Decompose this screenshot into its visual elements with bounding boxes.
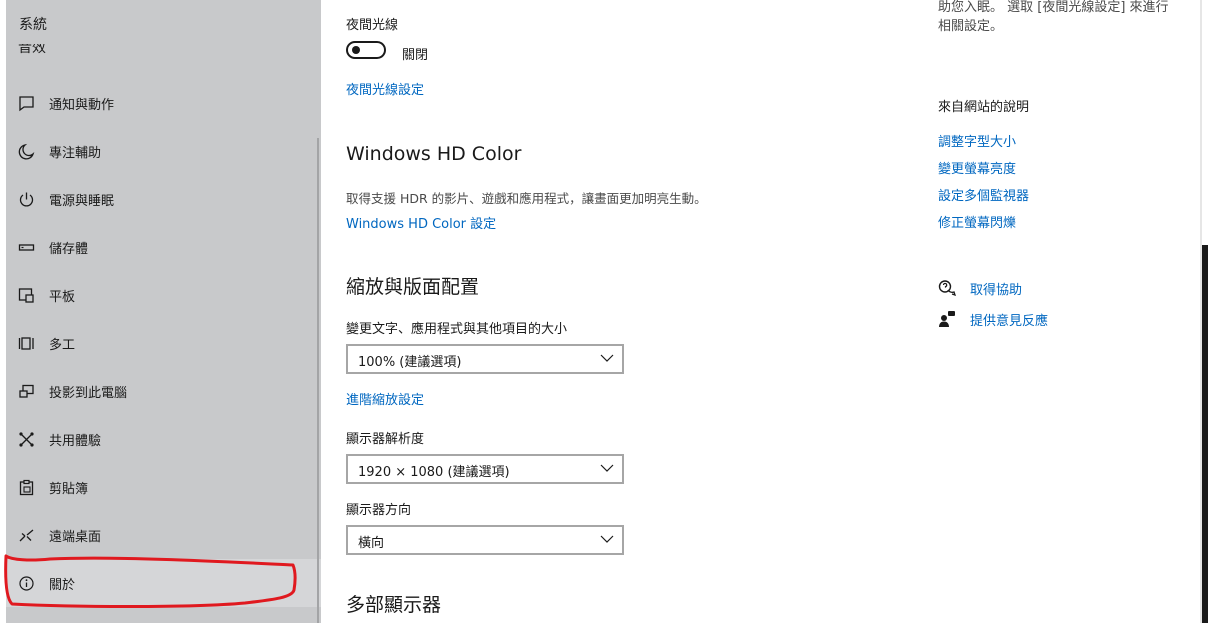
night-light-title: 夜間光線: [346, 18, 399, 33]
sidebar-item-label: 通知與動作: [49, 98, 115, 113]
sidebar-item-label: 音效: [18, 44, 46, 56]
resolution-value: 1920 × 1080 (建議選項): [358, 465, 510, 480]
orientation-dropdown[interactable]: 橫向: [346, 525, 624, 555]
scale-label: 變更文字、應用程式與其他項目的大小: [346, 322, 568, 337]
sidebar-item-focus-assist[interactable]: 專注輔助: [6, 127, 321, 175]
sidebar-item-tablet[interactable]: 平板: [6, 271, 321, 319]
hdr-section-title: Windows HD Color: [346, 143, 522, 165]
night-light-help-text: 助您入眠。 選取 [夜間光線設定] 來進行相關設定。: [938, 0, 1169, 34]
sidebar-item-label: 遠端桌面: [49, 530, 102, 545]
sidebar-title: 系統: [19, 17, 47, 33]
scale-layout-title: 縮放與版面配置: [346, 276, 480, 298]
sidebar-item-partial[interactable]: 音效: [18, 44, 98, 58]
orientation-value: 橫向: [358, 536, 385, 551]
sidebar-item-shared-experiences[interactable]: 共用體驗: [6, 415, 321, 463]
chevron-down-icon: [600, 354, 614, 362]
background-edge: [1202, 245, 1208, 623]
give-feedback-link[interactable]: 提供意見反應: [970, 310, 1048, 329]
notification-icon: [16, 93, 36, 113]
sidebar-item-notifications[interactable]: 通知與動作: [6, 79, 321, 127]
tablet-icon: [16, 285, 36, 305]
help-link-screen-flicker[interactable]: 修正螢幕閃爍: [938, 212, 1016, 231]
hdr-description: 取得支援 HDR 的影片、遊戲和應用程式，讓畫面更加明亮生動。: [346, 191, 707, 206]
sidebar-item-about[interactable]: 關於: [6, 559, 321, 607]
scale-value: 100% (建議選項): [358, 355, 462, 370]
related-help-panel: 助您入眠。 選取 [夜間光線設定] 來進行相關設定。 來自網站的說明 調整字型大…: [930, 0, 1200, 623]
resolution-dropdown[interactable]: 1920 × 1080 (建議選項): [346, 454, 624, 484]
sidebar-item-label: 專注輔助: [49, 146, 102, 161]
clipboard-icon: [16, 477, 36, 497]
hdr-settings-link[interactable]: Windows HD Color 設定: [346, 213, 496, 232]
sidebar-item-label: 關於: [49, 578, 76, 593]
chevron-down-icon: [600, 535, 614, 543]
sidebar-item-power-sleep[interactable]: 電源與睡眠: [6, 175, 321, 223]
get-help-link[interactable]: 取得協助: [970, 279, 1022, 298]
get-help-icon: [938, 280, 956, 297]
sidebar-item-label: 電源與睡眠: [49, 194, 115, 209]
help-link-font-size[interactable]: 調整字型大小: [938, 131, 1016, 150]
sidebar-item-label: 共用體驗: [49, 434, 102, 449]
night-light-state: 關閉: [402, 48, 429, 63]
sidebar-item-project[interactable]: 投影到此電腦: [6, 367, 321, 415]
scale-dropdown[interactable]: 100% (建議選項): [346, 344, 624, 374]
resolution-label: 顯示器解析度: [346, 432, 425, 447]
web-help-title: 來自網站的說明: [938, 100, 1030, 115]
sidebar-item-label: 剪貼簿: [49, 482, 89, 497]
sidebar-item-multitasking[interactable]: 多工: [6, 319, 321, 367]
multiple-displays-title: 多部顯示器: [346, 594, 442, 616]
sidebar-item-storage[interactable]: 儲存體: [6, 223, 321, 271]
sidebar-item-label: 儲存體: [49, 242, 89, 257]
chevron-down-icon: [600, 464, 614, 472]
toggle-knob: [352, 46, 360, 54]
shared-experiences-icon: [16, 429, 36, 449]
help-link-brightness[interactable]: 變更螢幕亮度: [938, 158, 1016, 177]
help-link-multiple-monitors[interactable]: 設定多個監視器: [938, 185, 1029, 204]
power-icon: [16, 189, 36, 209]
moon-icon: [16, 141, 36, 161]
advanced-scaling-link[interactable]: 進階縮放設定: [346, 389, 424, 408]
multitasking-icon: [16, 333, 36, 353]
sidebar: 系統 音效 通知與動作 專注輔助 電源與睡眠 儲存體 平板 多工 投影到此電腦 …: [6, 0, 321, 623]
orientation-label: 顯示器方向: [346, 503, 412, 518]
feedback-icon: [939, 311, 955, 327]
night-light-settings-link[interactable]: 夜間光線設定: [346, 79, 424, 98]
night-light-toggle[interactable]: [346, 41, 386, 59]
sidebar-scrollbar[interactable]: [317, 138, 319, 623]
main-content: 夜間光線 關閉 夜間光線設定 Windows HD Color 取得支援 HDR…: [321, 0, 921, 623]
sidebar-item-remote-desktop[interactable]: 遠端桌面: [6, 511, 321, 559]
info-icon: [16, 573, 36, 593]
sidebar-item-label: 投影到此電腦: [49, 386, 128, 401]
remote-desktop-icon: [16, 525, 36, 545]
sidebar-item-clipboard[interactable]: 剪貼簿: [6, 463, 321, 511]
sidebar-item-label: 平板: [49, 290, 76, 305]
sidebar-item-label: 多工: [49, 338, 76, 353]
project-icon: [16, 381, 36, 401]
storage-icon: [16, 237, 36, 257]
